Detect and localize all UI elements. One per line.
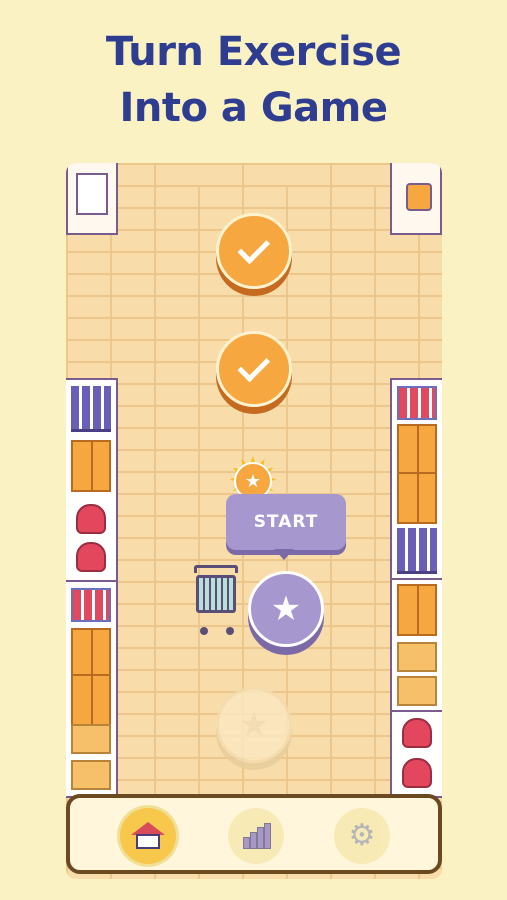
level-locked: ★ [216,687,292,763]
star-icon: ★ [270,589,302,629]
bar-chart-icon [241,823,271,849]
kettle-icon [76,542,106,572]
headline-line-2: Into a Game [119,85,388,131]
left-store-shelf [66,378,118,798]
bottom-nav: ⚙ [66,794,442,874]
top-right-shelf [390,163,442,235]
level-completed-1[interactable] [216,213,292,289]
top-left-shelf [66,163,118,235]
level-completed-2[interactable] [216,331,292,407]
box-icon [397,584,437,636]
shopping-cart-icon [194,565,240,635]
bottles-icon [71,386,111,432]
box-icon [71,628,111,680]
box-icon [397,472,437,524]
nav-home-button[interactable] [120,808,176,864]
nav-stats-button[interactable] [228,808,284,864]
headline: Turn Exercise Into a Game [0,24,507,136]
kettle-icon [402,718,432,748]
crate-icon [397,676,437,706]
jar-icon [406,183,432,211]
cans-icon [397,386,437,420]
checkmark-icon [237,349,270,382]
cans-icon [71,588,111,622]
start-button[interactable]: START [226,494,346,550]
game-screen: ✹ ★ START ★ ★ ⚙ [66,163,442,879]
kettle-icon [402,758,432,788]
nav-settings-button[interactable]: ⚙ [334,808,390,864]
level-current[interactable]: ★ [248,571,324,647]
house-icon [131,822,165,850]
box-icon [71,674,111,726]
checkmark-icon [237,231,270,264]
kettle-icon [76,504,106,534]
crate-icon [71,724,111,754]
box-icon [71,440,111,492]
right-store-shelf [390,378,442,798]
crate-icon [71,760,111,790]
headline-line-1: Turn Exercise [105,29,402,75]
crate-icon [397,642,437,672]
box-icon [397,424,437,476]
gear-icon: ⚙ [348,818,376,853]
bottles-icon [397,528,437,574]
star-icon: ★ [238,705,270,745]
